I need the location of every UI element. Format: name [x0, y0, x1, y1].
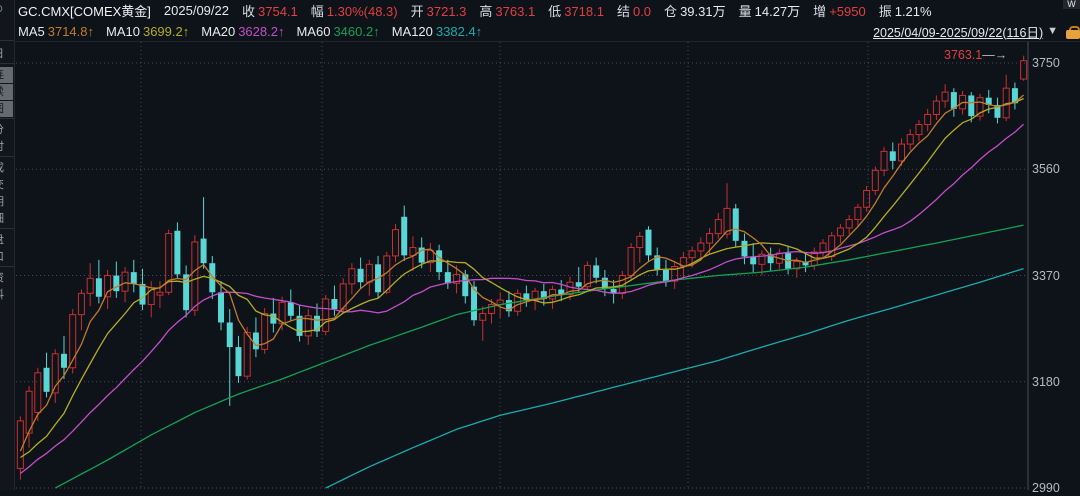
quote-field-change: 幅1.30%(48.3) [311, 1, 398, 20]
ma60-line [55, 225, 1023, 488]
toolbar-item-8[interactable]: 明 [0, 194, 13, 210]
toolbar-item-12[interactable]: 资 [0, 270, 13, 286]
toolbar-item-2[interactable]: 续 [0, 84, 13, 100]
ma120-line [326, 269, 1024, 488]
toolbar-item-11[interactable]: 口 [0, 249, 13, 265]
high-price-marker: 3763.1—→ [944, 48, 1007, 62]
toolbar-item-4[interactable]: 分 [0, 122, 13, 138]
toolbar-item-0[interactable]: 日 [0, 46, 13, 62]
toolbar-item-3[interactable]: 图 [0, 101, 13, 117]
ma-legend-ma120: MA1203382.4↑ [392, 24, 482, 39]
ma-items: MA53714.8↑ MA103699.2↑ MA203628.2↑ MA603460… [18, 24, 482, 39]
ma-legend-ma10: MA103699.2↑ [106, 24, 189, 39]
divider [0, 63, 14, 64]
divider [0, 40, 14, 41]
trading-terminal: { "header": { "symbol": "GC.CMX[COMEX黄金]… [0, 0, 1080, 490]
quote-date: 2025/09/22 [164, 3, 229, 18]
ma5-line [20, 95, 1023, 451]
window-badge-icon[interactable]: W [1063, 0, 1080, 9]
quote-field-volume: 量14.27万 [739, 1, 801, 20]
quote-field-high: 高3763.1 [479, 1, 535, 20]
candlestick-chart[interactable] [16, 42, 1029, 490]
toolbar-item-6[interactable]: 成 [0, 160, 13, 176]
toolbar-item-9[interactable]: 细 [0, 211, 13, 227]
quote-field-oi: 仓39.31万 [664, 1, 726, 20]
y-axis-tick-3560: 3560 [1032, 161, 1076, 177]
y-axis-tick-3180: 3180 [1032, 374, 1076, 390]
toolbar-item-5[interactable]: 时 [0, 139, 13, 155]
y-axis-tick-3370: 3370 [1032, 268, 1076, 284]
quote-summary-bar: GC.CMX[COMEX黄金] 2025/09/22 收3754.1 幅1.30%… [18, 0, 1058, 21]
toolbar-item-1[interactable]: 连 [0, 67, 13, 83]
period-range-text[interactable]: 2025/04/09-2025/09/22(116日) [873, 22, 1043, 41]
quote-field-settle: 结0.0 [617, 1, 651, 20]
toolbar-crosshair-icon[interactable]: + [0, 20, 10, 34]
quote-field-amplitude: 振1.21% [879, 1, 932, 20]
period-selector[interactable]: 2025/04/09-2025/09/22(116日) ▼ [873, 22, 1058, 40]
divider [0, 266, 14, 267]
lock-icon[interactable] [1066, 26, 1080, 39]
toolbar-item-13[interactable]: 料 [0, 287, 13, 303]
quote-field-oi-chg: 增+5950 [813, 1, 866, 20]
toolbar-item-10[interactable]: 盘 [0, 232, 13, 248]
divider [0, 118, 14, 119]
chevron-down-icon[interactable]: ▼ [1047, 25, 1058, 37]
high-price-value: 3763.1 [944, 48, 982, 62]
left-toolbar: ⊙ + 日连续图分时成交明细盘口资料 [0, 0, 15, 490]
divider [0, 156, 14, 157]
symbol-name: GC.CMX[COMEX黄金] [18, 1, 151, 20]
candles-layer [17, 56, 1026, 480]
quote-field-open: 开3721.3 [411, 1, 467, 20]
y-axis-tick-3750: 3750 [1032, 55, 1076, 71]
quote-field-low: 低3718.1 [548, 1, 604, 20]
toolbar-item-7[interactable]: 交 [0, 177, 13, 193]
right-arrow-icon: —→ [982, 48, 1007, 62]
toolbar-user-icon[interactable]: ⊙ [0, 2, 10, 16]
divider [0, 228, 14, 229]
y-axis-tick-2990: 2990 [1032, 480, 1076, 496]
grid-layer [16, 42, 1028, 490]
ma-legend-ma5: MA53714.8↑ [18, 24, 94, 39]
ma10-line [20, 99, 1023, 458]
ma-legend-ma20: MA203628.2↑ [201, 24, 284, 39]
quote-fields: 收3754.1 幅1.30%(48.3) 开3721.3 高3763.1 低3718.1… [242, 1, 932, 20]
ma-legend-ma60: MA603460.2↑ [296, 24, 379, 39]
quote-field-close: 收3754.1 [242, 1, 298, 20]
